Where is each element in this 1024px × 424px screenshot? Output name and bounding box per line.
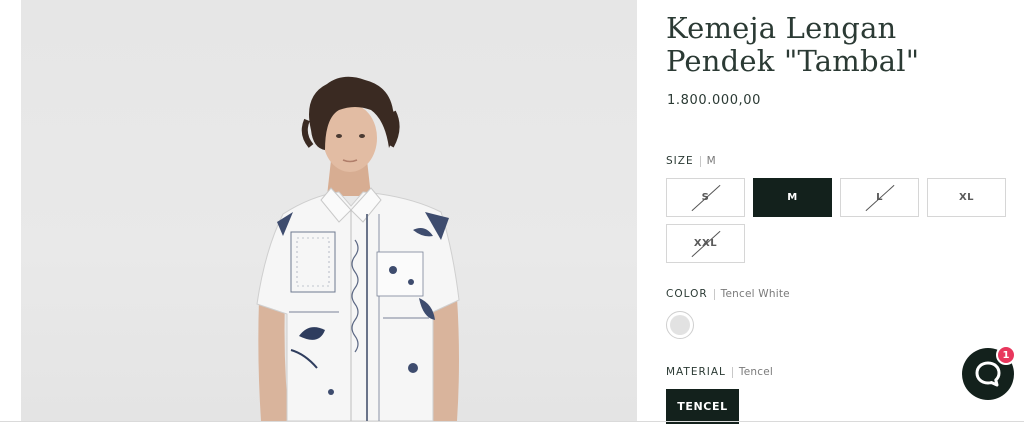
size-button-xxl[interactable]: XXL xyxy=(666,224,745,263)
material-button-tencel[interactable]: TENCEL xyxy=(666,389,739,424)
color-swatch-dot xyxy=(670,315,690,335)
material-selected-value: Tencel xyxy=(738,366,774,378)
product-photo[interactable] xyxy=(21,0,637,421)
size-button-label: XL xyxy=(958,192,975,203)
size-button-m[interactable]: M xyxy=(753,178,832,217)
product-price: 1.800.000,00 xyxy=(667,93,762,108)
size-button-label: L xyxy=(876,192,883,203)
product-title: Kemeja Lengan Pendek "Tambal" xyxy=(666,12,1006,78)
label-divider xyxy=(731,366,733,378)
label-divider xyxy=(699,155,701,167)
color-label: COLOR xyxy=(666,288,708,300)
label-divider xyxy=(713,288,715,300)
size-button-s[interactable]: S xyxy=(666,178,745,217)
model-wearing-shirt-image xyxy=(256,76,460,421)
chat-notification-badge: 1 xyxy=(996,345,1016,365)
size-button-label: S xyxy=(701,192,710,203)
product-title-line-2: Pendek "Tambal" xyxy=(666,44,920,78)
bottom-divider xyxy=(0,421,1024,422)
material-button-label: TENCEL xyxy=(677,400,728,413)
color-option-label: COLOR Tencel White xyxy=(666,288,790,300)
material-label: MATERIAL xyxy=(666,366,726,378)
size-selected-value: M xyxy=(706,155,716,167)
material-option-label: MATERIAL Tencel xyxy=(666,366,773,378)
size-button-xl[interactable]: XL xyxy=(927,178,1006,217)
size-button-label: M xyxy=(787,192,798,203)
color-swatch-tencel-white[interactable] xyxy=(666,311,694,339)
size-label: SIZE xyxy=(666,155,694,167)
size-option-label: SIZE M xyxy=(666,155,716,167)
chat-bubble-icon xyxy=(975,361,1001,387)
size-button-label: XXL xyxy=(693,238,718,249)
size-button-l[interactable]: L xyxy=(840,178,919,217)
color-selected-value: Tencel White xyxy=(720,288,790,300)
product-title-line-1: Kemeja Lengan xyxy=(666,11,897,45)
